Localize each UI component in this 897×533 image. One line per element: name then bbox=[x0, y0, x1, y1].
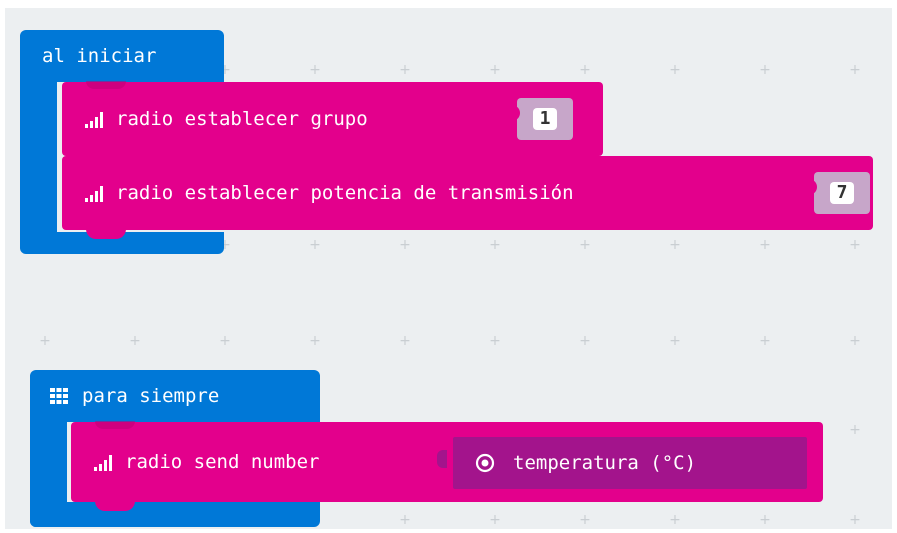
grid-plus-mark: + bbox=[849, 237, 861, 253]
power-value-slot[interactable]: 7 bbox=[807, 172, 870, 214]
signal-bars-icon bbox=[94, 455, 112, 471]
grid-plus-mark: + bbox=[489, 62, 501, 78]
signal-bars-icon bbox=[85, 186, 103, 202]
grid-plus-mark: + bbox=[489, 237, 501, 253]
grid-plus-mark: + bbox=[309, 62, 321, 78]
grid-plus-mark: + bbox=[669, 62, 681, 78]
block-notch bbox=[95, 421, 135, 429]
block-bottom-tab bbox=[95, 501, 135, 511]
set-group-text-row: radio establecer grupo bbox=[84, 107, 368, 131]
grid-plus-mark: + bbox=[759, 62, 771, 78]
grid-plus-mark: + bbox=[849, 333, 861, 349]
grid-plus-mark: + bbox=[579, 512, 591, 528]
set-power-block[interactable]: radio establecer potencia de transmisión… bbox=[62, 156, 873, 239]
block-notch bbox=[86, 81, 126, 89]
grid-plus-mark: + bbox=[39, 333, 51, 349]
forever-label: para siempre bbox=[82, 385, 220, 407]
on-start-label: al iniciar bbox=[42, 45, 157, 67]
grid-plus-mark: + bbox=[399, 512, 411, 528]
set-power-label: radio establecer potencia de transmisión bbox=[116, 182, 574, 204]
set-group-block[interactable]: radio establecer grupo 1 bbox=[62, 81, 603, 156]
grid-plus-mark: + bbox=[489, 333, 501, 349]
grid-plus-mark: + bbox=[219, 333, 231, 349]
grid-plus-mark: + bbox=[309, 237, 321, 253]
group-value-input[interactable]: 1 bbox=[533, 108, 557, 130]
send-number-block[interactable]: radio send number temperatura (°C) bbox=[71, 421, 823, 511]
grid-plus-mark: + bbox=[579, 62, 591, 78]
group-value-slot[interactable]: 1 bbox=[510, 98, 573, 140]
grid-plus-mark: + bbox=[489, 512, 501, 528]
grid-plus-mark: + bbox=[129, 333, 141, 349]
grid-plus-mark: + bbox=[849, 512, 861, 528]
set-group-label: radio establecer grupo bbox=[116, 108, 368, 130]
send-number-label: radio send number bbox=[125, 451, 320, 473]
send-number-text-row: radio send number bbox=[93, 450, 319, 474]
block-bottom-tab bbox=[86, 229, 126, 239]
power-value-input[interactable]: 7 bbox=[830, 182, 854, 204]
set-power-text-row: radio establecer potencia de transmisión bbox=[84, 181, 574, 205]
grid-plus-mark: + bbox=[759, 512, 771, 528]
grid-plus-mark: + bbox=[399, 237, 411, 253]
grid-plus-mark: + bbox=[669, 333, 681, 349]
grid-plus-mark: + bbox=[849, 422, 861, 438]
forever-header: para siempre bbox=[50, 384, 219, 408]
grid-plus-mark: + bbox=[579, 333, 591, 349]
target-icon bbox=[475, 453, 495, 473]
grid-plus-mark: + bbox=[759, 237, 771, 253]
slot-puzzle-tab bbox=[807, 179, 817, 195]
grid-plus-mark: + bbox=[759, 333, 771, 349]
grid-plus-mark: + bbox=[399, 333, 411, 349]
grid-plus-mark: + bbox=[309, 333, 321, 349]
grid-plus-mark: + bbox=[399, 62, 411, 78]
slot-puzzle-tab bbox=[510, 105, 520, 121]
grid-plus-mark: + bbox=[849, 62, 861, 78]
grid-plus-mark: + bbox=[669, 237, 681, 253]
temperature-label: temperatura (°C) bbox=[513, 452, 697, 474]
temperature-reporter[interactable]: temperatura (°C) bbox=[451, 435, 809, 491]
signal-bars-icon bbox=[85, 112, 103, 128]
grid-plus-mark: + bbox=[579, 237, 591, 253]
reporter-puzzle-tab bbox=[437, 450, 447, 468]
blocks-workspace[interactable]: ++++++++++++++++++++++++++++++++++++++++… bbox=[5, 8, 892, 529]
grid-icon bbox=[50, 388, 68, 404]
grid-plus-mark: + bbox=[669, 512, 681, 528]
